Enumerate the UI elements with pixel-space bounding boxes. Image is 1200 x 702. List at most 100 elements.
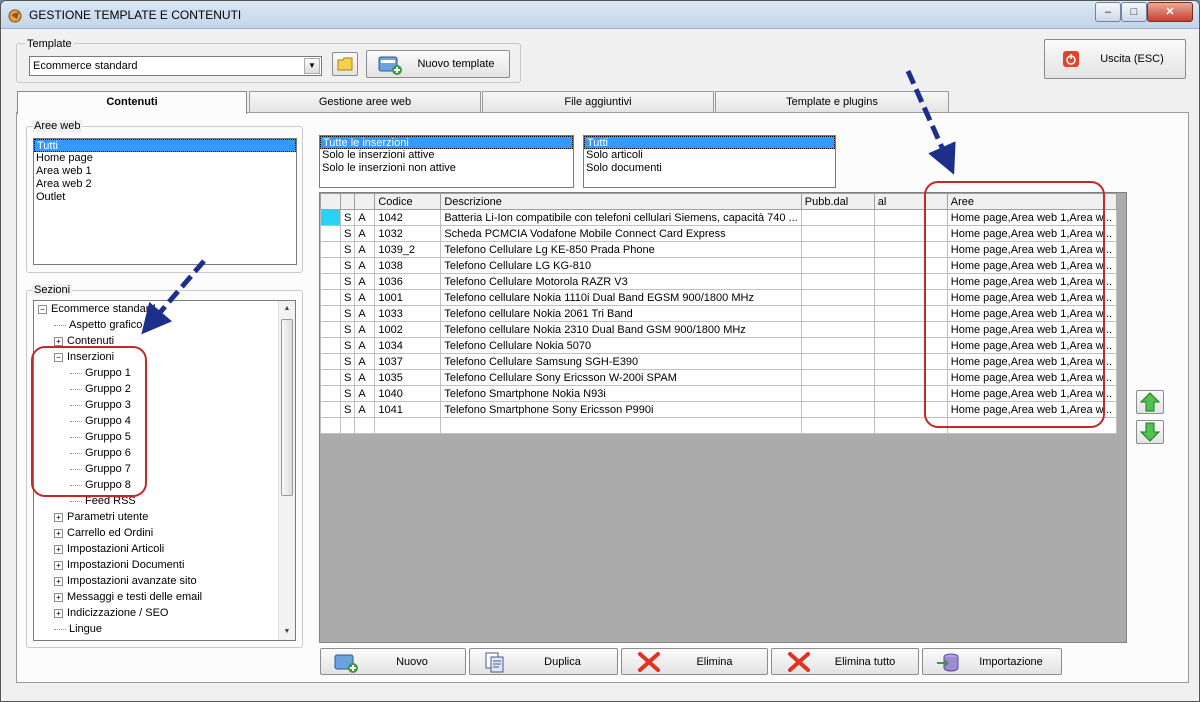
row-indicator[interactable] bbox=[320, 289, 341, 306]
list-item[interactable]: Tutti bbox=[34, 139, 296, 152]
expand-icon[interactable]: + bbox=[54, 512, 63, 522]
new-button[interactable]: Nuovo bbox=[320, 648, 466, 675]
new-item-icon bbox=[334, 654, 358, 673]
column-header[interactable] bbox=[320, 193, 341, 210]
table-cell bbox=[800, 369, 875, 386]
table-cell bbox=[800, 321, 875, 338]
open-folder-button[interactable] bbox=[332, 52, 358, 76]
tab-template-plugins[interactable]: Template e plugins bbox=[715, 91, 949, 112]
list-item[interactable]: Solo le inserzioni attive bbox=[320, 149, 573, 162]
delete-all-button[interactable]: Elimina tutto bbox=[771, 648, 919, 675]
table-cell: A bbox=[354, 273, 376, 290]
list-item[interactable]: Tutte le inserzioni bbox=[320, 136, 573, 149]
expand-icon[interactable]: + bbox=[54, 528, 63, 538]
row-indicator[interactable] bbox=[320, 209, 341, 226]
table-cell: Scheda PCMCIA Vodafone Mobile Connect Ca… bbox=[440, 225, 802, 242]
scroll-up-icon[interactable]: ▲ bbox=[281, 302, 293, 316]
table-cell: S bbox=[339, 401, 356, 418]
new-template-icon bbox=[378, 56, 402, 75]
move-down-button[interactable] bbox=[1136, 420, 1164, 444]
row-indicator[interactable] bbox=[320, 401, 341, 418]
tree-node[interactable]: + Impostazioni avanzate sito bbox=[54, 573, 197, 589]
row-indicator[interactable] bbox=[320, 353, 341, 370]
tree-node[interactable]: + Carrello ed Ordini bbox=[54, 525, 153, 541]
table-cell: S bbox=[339, 273, 356, 290]
table-cell: 1032 bbox=[374, 225, 442, 242]
tree-node-label: Messaggi e testi delle email bbox=[67, 591, 203, 603]
table-cell: S bbox=[339, 209, 356, 226]
expand-icon[interactable]: + bbox=[54, 544, 63, 554]
list-item[interactable]: Area web 2 bbox=[34, 178, 296, 191]
list-item[interactable]: Solo articoli bbox=[584, 149, 835, 162]
tree-node[interactable]: + Indicizzazione / SEO bbox=[54, 605, 169, 621]
tree-node[interactable]: Lingue bbox=[54, 621, 102, 637]
table-cell bbox=[800, 417, 875, 434]
list-item[interactable]: Solo le inserzioni non attive bbox=[320, 162, 573, 175]
tree-node[interactable]: + Parametri utente bbox=[54, 509, 148, 525]
duplicate-button[interactable]: Duplica bbox=[469, 648, 618, 675]
column-header[interactable]: Codice bbox=[374, 193, 442, 210]
expand-icon[interactable]: + bbox=[54, 576, 63, 586]
column-header[interactable]: Descrizione bbox=[440, 193, 802, 210]
expand-icon[interactable]: + bbox=[54, 336, 63, 346]
row-indicator[interactable] bbox=[320, 337, 341, 354]
import-button-label: Importazione bbox=[979, 655, 1043, 668]
table-cell: 1002 bbox=[374, 321, 442, 338]
table-cell: S bbox=[339, 369, 356, 386]
tab-file-aggiuntivi[interactable]: File aggiuntivi bbox=[482, 91, 714, 112]
column-header[interactable]: Pubb.dal bbox=[800, 193, 875, 210]
list-item[interactable]: Home page bbox=[34, 152, 296, 165]
list-item[interactable]: Outlet bbox=[34, 191, 296, 204]
table-cell: Telefono Cellulare Lg KE-850 Prada Phone bbox=[440, 241, 802, 258]
tree-node[interactable]: − Ecommerce standard bbox=[38, 301, 156, 317]
table-cell: 1041 bbox=[374, 401, 442, 418]
row-indicator[interactable] bbox=[320, 257, 341, 274]
row-indicator[interactable] bbox=[320, 321, 341, 338]
new-template-button[interactable]: Nuovo template bbox=[366, 50, 510, 78]
template-select[interactable]: Ecommerce standard ▼ bbox=[29, 56, 322, 76]
row-indicator[interactable] bbox=[320, 225, 341, 242]
row-indicator[interactable] bbox=[320, 305, 341, 322]
table-cell: Batteria Li-Ion compatibile con telefoni… bbox=[440, 209, 802, 226]
type-filter-list[interactable]: Tutti Solo articoli Solo documenti bbox=[583, 135, 836, 188]
tree-node[interactable]: + Impostazioni Documenti bbox=[54, 557, 184, 573]
table-cell bbox=[800, 305, 875, 322]
row-indicator[interactable] bbox=[320, 369, 341, 386]
column-header[interactable] bbox=[339, 193, 356, 210]
scroll-down-icon[interactable]: ▼ bbox=[281, 625, 293, 639]
maximize-button[interactable]: □ bbox=[1121, 2, 1147, 22]
collapse-icon[interactable]: − bbox=[38, 304, 47, 314]
tree-node[interactable]: Aspetto grafico bbox=[54, 317, 142, 333]
tree-node[interactable]: + Impostazioni Articoli bbox=[54, 541, 164, 557]
chevron-down-icon[interactable]: ▼ bbox=[304, 58, 320, 74]
list-item[interactable]: Tutti bbox=[584, 136, 835, 149]
import-button[interactable]: Importazione bbox=[922, 648, 1062, 675]
expand-icon[interactable]: + bbox=[54, 592, 63, 602]
tree-scrollbar[interactable]: ▲ ▼ bbox=[278, 301, 295, 640]
status-filter-list[interactable]: Tutte le inserzioni Solo le inserzioni a… bbox=[319, 135, 574, 188]
exit-button[interactable]: Uscita (ESC) bbox=[1044, 39, 1186, 79]
list-item[interactable]: Solo documenti bbox=[584, 162, 835, 175]
scroll-thumb[interactable] bbox=[281, 319, 293, 496]
delete-button[interactable]: Elimina bbox=[621, 648, 768, 675]
expand-icon[interactable]: + bbox=[54, 608, 63, 618]
minimize-button[interactable]: – bbox=[1095, 2, 1121, 22]
row-indicator[interactable] bbox=[320, 273, 341, 290]
expand-icon[interactable]: + bbox=[54, 560, 63, 570]
tab-contenuti[interactable]: Contenuti bbox=[17, 91, 247, 114]
folder-icon bbox=[337, 57, 353, 71]
row-indicator[interactable] bbox=[320, 385, 341, 402]
row-indicator[interactable] bbox=[320, 241, 341, 258]
move-up-button[interactable] bbox=[1136, 390, 1164, 414]
areas-list[interactable]: Tutti Home page Area web 1 Area web 2 Ou… bbox=[33, 138, 297, 265]
arrow-down-icon bbox=[1139, 422, 1161, 442]
tab-gestione-aree-web[interactable]: Gestione aree web bbox=[249, 91, 481, 112]
list-item[interactable]: Area web 1 bbox=[34, 165, 296, 178]
table-cell: S bbox=[339, 353, 356, 370]
tree-node[interactable]: + Messaggi e testi delle email bbox=[54, 589, 202, 605]
table-cell: Telefono cellulare Nokia 2061 Tri Band bbox=[440, 305, 802, 322]
tree-node-label: Impostazioni avanzate sito bbox=[67, 575, 197, 587]
column-header[interactable] bbox=[354, 193, 376, 210]
close-button[interactable]: ✕ bbox=[1147, 2, 1193, 22]
app-icon bbox=[8, 9, 22, 23]
